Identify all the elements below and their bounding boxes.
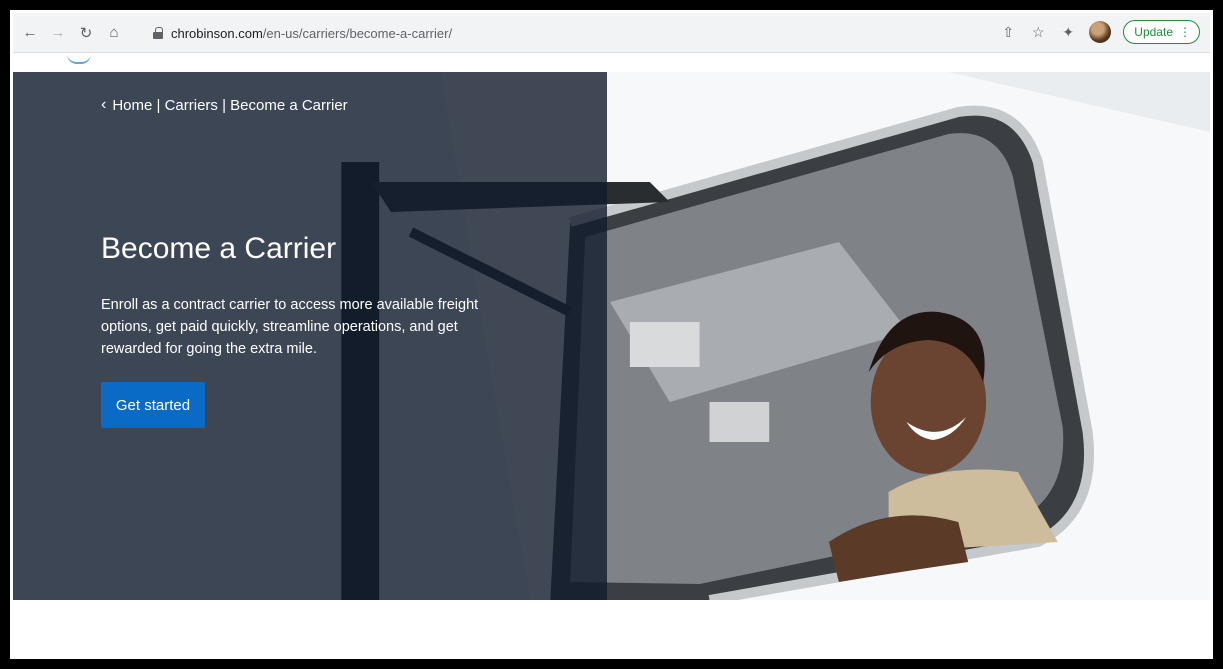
browser-toolbar: ← → ↻ ⌂ chrobinson.com/en-us/carriers/be… [13, 13, 1210, 53]
breadcrumb-links[interactable]: Home | Carriers | Become a Carrier [112, 97, 347, 114]
page-title: Become a Carrier [101, 232, 337, 265]
site-logo[interactable] [67, 54, 91, 64]
content-below-hero [13, 600, 1210, 656]
reload-icon[interactable]: ↻ [75, 22, 97, 44]
share-icon[interactable]: ⇧ [999, 24, 1017, 41]
hero-description: Enroll as a contract carrier to access m… [101, 297, 479, 357]
browser-actions: ⇧ ☆ ✦ Update ⋮ [999, 20, 1200, 44]
chevron-left-icon[interactable]: ‹ [101, 96, 106, 114]
puzzle-icon[interactable]: ✦ [1059, 24, 1077, 41]
home-icon[interactable]: ⌂ [103, 22, 125, 44]
forward-arrow-icon[interactable]: → [47, 22, 69, 44]
update-button[interactable]: Update ⋮ [1123, 20, 1200, 44]
bookmark-star-icon[interactable]: ☆ [1029, 24, 1047, 41]
breadcrumb: ‹ Home | Carriers | Become a Carrier [101, 96, 348, 114]
address-bar[interactable]: chrobinson.com/en-us/carriers/become-a-c… [145, 20, 1007, 46]
site-header [13, 53, 1210, 72]
back-arrow-icon[interactable]: ← [19, 22, 41, 44]
hero-section: ‹ Home | Carriers | Become a Carrier Bec… [13, 72, 1210, 600]
kebab-menu-icon: ⋮ [1179, 25, 1191, 39]
get-started-button[interactable]: Get started [101, 382, 205, 428]
screenshot-frame: ← → ↻ ⌂ chrobinson.com/en-us/carriers/be… [10, 10, 1213, 659]
url-path: /en-us/carriers/become-a-carrier/ [262, 25, 453, 41]
profile-avatar[interactable] [1089, 21, 1112, 43]
url-host: chrobinson.com [171, 25, 263, 41]
lock-icon[interactable] [153, 27, 163, 39]
update-label: Update [1134, 25, 1173, 39]
